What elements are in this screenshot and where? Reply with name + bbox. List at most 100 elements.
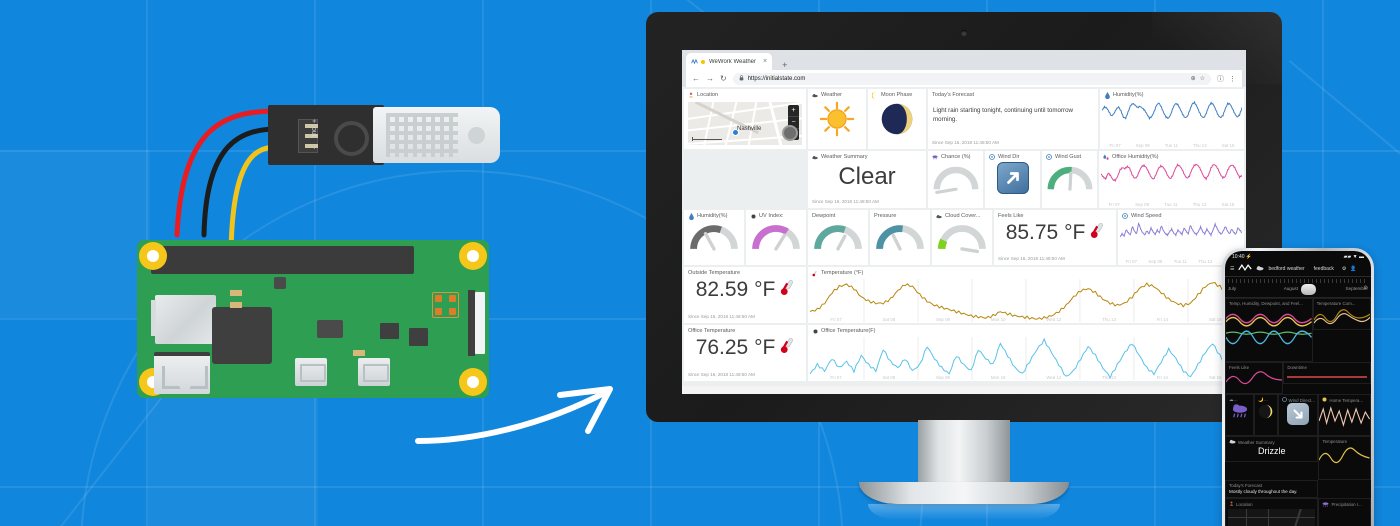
map-zoom-in-button[interactable]: + (788, 105, 799, 117)
droplet-icon (688, 212, 694, 220)
tile-summary-header: Weather Summary (808, 151, 926, 161)
search-icon[interactable]: ⊕ (1191, 75, 1196, 82)
phone-tile-precipitation[interactable]: Precipitation I... (1318, 498, 1371, 526)
signal-icon: ▰▰ (1343, 254, 1352, 260)
cloud-cover-gauge (932, 220, 992, 254)
reload-icon[interactable]: ↻ (720, 74, 727, 83)
feedback-link[interactable]: feedback (1314, 266, 1334, 272)
phone-tile-title: Temp, Humidity, Dewpoint, and Feel... (1229, 301, 1303, 306)
phone-tile-header: Home Tempera... (1319, 395, 1370, 403)
regulator-ic (380, 323, 399, 339)
tile-temperature-chart-title: Temperature (°F) (821, 270, 864, 276)
phone-tile-weather-summary[interactable]: Weather Summary Drizzle (1225, 436, 1319, 462)
tile-dewpoint[interactable]: Dewpoint (808, 210, 868, 265)
tab-close-icon[interactable]: × (763, 58, 767, 65)
menu-icon[interactable]: ☰ (1230, 266, 1234, 272)
tile-office-temperature[interactable]: Office Temperature 76.25 °F Since Sep 16… (684, 325, 806, 381)
gpio-header (151, 246, 414, 274)
downtime-bar (1287, 376, 1367, 378)
resistor-3 (353, 350, 365, 356)
tile-outside-temperature[interactable]: Outside Temperature 82.59 °F Since Sep 1… (684, 267, 806, 323)
tile-location[interactable]: Location + − Nashville (684, 89, 806, 149)
compass-icon (1122, 213, 1128, 219)
tile-humidity-gauge-title: Humidity(%) (697, 213, 728, 219)
phone-tile-feels-like[interactable]: Feels Like (1225, 362, 1284, 394)
phone-tile-temperature[interactable]: Temperature (1318, 436, 1371, 480)
tile-moon-phase[interactable]: Moon Phase (868, 89, 926, 149)
settings-gear-icon[interactable]: ⚙ (1342, 266, 1346, 272)
phone-map[interactable] (1228, 509, 1316, 526)
rain-icon (1322, 501, 1329, 508)
tile-weather[interactable]: Weather (808, 89, 866, 149)
phone-tile-forecast[interactable]: Today's Forecast Mostly cloudy throughou… (1225, 480, 1319, 498)
timeline-handle[interactable] (1300, 284, 1316, 295)
phone-tile-location[interactable]: Location (1225, 498, 1319, 526)
tile-humidity-chart[interactable]: Humidity(%) Fri 07 Sep 09 Tue 11 Thu 13 … (1100, 89, 1244, 149)
moon-icon (872, 91, 878, 99)
compass-icon (989, 154, 995, 160)
status-time: 10:40 ⚡ (1232, 254, 1253, 260)
tile-wind-dir-header: Wind Dir (985, 151, 1040, 161)
tile-wind-gust[interactable]: Wind Gust (1042, 151, 1097, 208)
tile-location-header: Location (684, 89, 806, 99)
cloud-icon (936, 213, 942, 219)
tile-office-temperature-chart[interactable]: Office Temperature(F) Fri 07 Sat 08 Sep … (808, 325, 1244, 381)
tile-wind-speed-title: Wind Speed (1131, 213, 1162, 219)
tile-temperature-chart-header: Temperature (°F) (808, 267, 1244, 277)
tile-humidity-gauge[interactable]: Humidity(%) (684, 210, 744, 265)
tile-feels-like[interactable]: Feels Like 85.75 °F Since Sep 16, 2018 1… (994, 210, 1116, 265)
tile-weather-title: Weather (821, 92, 843, 98)
overflow-menu-icon[interactable]: ⋮ (1229, 75, 1236, 83)
phone-tile-temperature-combo[interactable]: Temperature Com... (1312, 298, 1371, 330)
tile-uv-header: UV Index: (746, 210, 806, 220)
forward-icon[interactable]: → (706, 74, 714, 83)
tile-wind-gust-title: Wind Gust (1055, 154, 1082, 160)
account-icon[interactable]: 👤 (1350, 266, 1356, 272)
tile-office-humidity-title: Office Humidity(%) (1112, 154, 1159, 160)
phone-timeline[interactable]: July August September ⚙ (1225, 277, 1371, 298)
tile-moon-header: Moon Phase (868, 89, 926, 99)
new-tab-button[interactable]: + (778, 60, 791, 70)
tick: Sep 09 (1135, 143, 1150, 148)
tile-cloud-cover[interactable]: Cloud Cover... (932, 210, 992, 265)
bucket-name[interactable]: bedford weather (1268, 266, 1304, 272)
office-humidity-sparkline (1101, 163, 1242, 182)
phone-tile-wind-direction[interactable]: Wind Direct... (1277, 394, 1319, 436)
back-icon[interactable]: ← (692, 74, 700, 83)
battery-icon: ▬ (1359, 254, 1364, 260)
address-bar[interactable]: https://initialstate.com ⊕ ☆ (732, 72, 1211, 85)
sensor-pin-label-minus: - (310, 147, 317, 150)
tile-temperature-chart[interactable]: Temperature (°F) Fri 07 Sat 08 Sep 09 Mo… (808, 267, 1244, 323)
tile-wind-dir[interactable]: Wind Dir (985, 151, 1040, 208)
office-temperature-value: 76.25 °F (695, 336, 776, 359)
tile-uv-index[interactable]: UV Index: (746, 210, 806, 265)
tile-weather-summary[interactable]: Weather Summary Clear Since Sep 16, 2018… (808, 151, 926, 208)
browser-tab[interactable]: WeWork Weather × (686, 53, 773, 70)
tile-pressure[interactable]: Pressure (870, 210, 930, 265)
phone-tile-home-temperature[interactable]: Home Tempera... (1318, 394, 1371, 436)
wave-logo-icon[interactable] (1238, 263, 1253, 274)
tile-humidity-chart-header: Humidity(%) (1100, 89, 1244, 99)
usb-port (154, 352, 210, 394)
map-compass-icon[interactable] (782, 125, 798, 141)
profile-icon[interactable]: ⓘ (1217, 74, 1224, 84)
monitor-screen: WeWork Weather × + ← → ↻ https://initial… (682, 50, 1246, 394)
phone-multiline-chart (1225, 313, 1312, 345)
tick: Thu 13 (1198, 259, 1213, 264)
tile-forecast[interactable]: Today's Forecast Light rain starting ton… (928, 89, 1098, 149)
tile-office-humidity-chart[interactable]: Office Humidity(%) Fri 07 Sep 09 Tue 11 … (1099, 151, 1244, 208)
thermometer-icon (779, 279, 794, 301)
tile-chance[interactable]: Chance (%) (928, 151, 983, 208)
bookmark-star-icon[interactable]: ☆ (1200, 75, 1205, 82)
phone-tile-cloud[interactable]: ☁… (1225, 394, 1255, 436)
phone-tile-downtime[interactable]: Downtime (1283, 362, 1371, 384)
tick: Thu 13 (1102, 375, 1116, 380)
tick: Fri 07 (1109, 143, 1121, 148)
phone-tile-multiline[interactable]: Temp, Humidity, Dewpoint, and Feel... (1225, 298, 1313, 362)
person-pin-icon (688, 92, 694, 98)
phone-tile-moon[interactable]: 🌙… (1254, 394, 1278, 436)
location-map[interactable]: + − ⛹ Nashville (688, 102, 802, 145)
phone-tile-header: Location (1226, 499, 1317, 507)
wind-direction-indicator (1279, 403, 1318, 425)
timeline-settings-icon[interactable]: ⚙ (1364, 285, 1368, 291)
